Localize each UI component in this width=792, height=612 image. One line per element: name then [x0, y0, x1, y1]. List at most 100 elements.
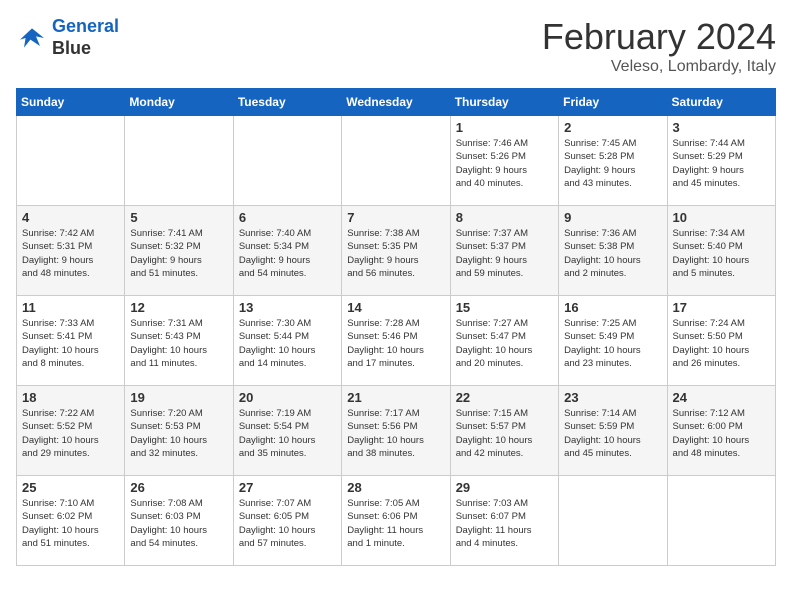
day-number: 14 — [347, 300, 444, 315]
calendar-cell: 5Sunrise: 7:41 AM Sunset: 5:32 PM Daylig… — [125, 206, 233, 296]
calendar-cell: 8 Sunrise: 7:37 AM Sunset: 5:37 PM Daylig… — [450, 206, 558, 296]
calendar-cell: 1 Sunrise: 7:46 AM Sunset: 5:26 PM Daylig… — [450, 116, 558, 206]
calendar-cell: 16 Sunrise: 7:25 AM Sunset: 5:49 PM Dayli… — [559, 296, 667, 386]
day-info: Sunrise: 7:34 AM Sunset: 5:40 PM Dayligh… — [673, 227, 770, 280]
calendar-cell: 23 Sunrise: 7:14 AM Sunset: 5:59 PM Dayli… — [559, 386, 667, 476]
logo-text: General Blue — [52, 16, 119, 59]
day-info: Sunrise: 7:33 AM Sunset: 5:41 PM Dayligh… — [22, 317, 119, 370]
day-info: Sunrise: 7:05 AM Sunset: 6:06 PM Dayligh… — [347, 497, 444, 550]
calendar-cell: 3 Sunrise: 7:44 AM Sunset: 5:29 PM Daylig… — [667, 116, 775, 206]
calendar-cell: 12 Sunrise: 7:31 AM Sunset: 5:43 PM Dayli… — [125, 296, 233, 386]
logo-line1: General — [52, 16, 119, 36]
day-info: Sunrise: 7:07 AM Sunset: 6:05 PM Dayligh… — [239, 497, 336, 550]
calendar-cell: 10 Sunrise: 7:34 AM Sunset: 5:40 PM Dayli… — [667, 206, 775, 296]
month-title: February 2024 — [542, 16, 776, 58]
day-number: 6 — [239, 210, 336, 225]
day-info: Sunrise: 7:12 AM Sunset: 6:00 PM Dayligh… — [673, 407, 770, 460]
day-number: 18 — [22, 390, 119, 405]
day-info: Sunrise: 7:08 AM Sunset: 6:03 PM Dayligh… — [130, 497, 227, 550]
calendar-cell: 26 Sunrise: 7:08 AM Sunset: 6:03 PM Dayli… — [125, 476, 233, 566]
calendar-cell: 17Sunrise: 7:24 AM Sunset: 5:50 PM Dayli… — [667, 296, 775, 386]
calendar-cell: 19 Sunrise: 7:20 AM Sunset: 5:53 PM Dayli… — [125, 386, 233, 476]
day-number: 3 — [673, 120, 770, 135]
day-info: Sunrise: 7:22 AM Sunset: 5:52 PM Dayligh… — [22, 407, 119, 460]
calendar-cell: 6 Sunrise: 7:40 AM Sunset: 5:34 PM Daylig… — [233, 206, 341, 296]
calendar-cell: 20 Sunrise: 7:19 AM Sunset: 5:54 PM Dayli… — [233, 386, 341, 476]
day-number: 2 — [564, 120, 661, 135]
day-info: Sunrise: 7:31 AM Sunset: 5:43 PM Dayligh… — [130, 317, 227, 370]
calendar-cell — [17, 116, 125, 206]
day-number: 21 — [347, 390, 444, 405]
calendar-cell: 25 Sunrise: 7:10 AM Sunset: 6:02 PM Dayli… — [17, 476, 125, 566]
calendar-cell: 27Sunrise: 7:07 AM Sunset: 6:05 PM Dayli… — [233, 476, 341, 566]
logo-line2: Blue — [52, 38, 119, 60]
day-info: Sunrise: 7:24 AM Sunset: 5:50 PM Dayligh… — [673, 317, 770, 370]
weekday-header-thursday: Thursday — [450, 89, 558, 116]
weekday-header-monday: Monday — [125, 89, 233, 116]
day-info: Sunrise: 7:45 AM Sunset: 5:28 PM Dayligh… — [564, 137, 661, 190]
day-info: Sunrise: 7:40 AM Sunset: 5:34 PM Dayligh… — [239, 227, 336, 280]
day-info: Sunrise: 7:19 AM Sunset: 5:54 PM Dayligh… — [239, 407, 336, 460]
calendar-cell: 28 Sunrise: 7:05 AM Sunset: 6:06 PM Dayli… — [342, 476, 450, 566]
day-number: 26 — [130, 480, 227, 495]
location-subtitle: Veleso, Lombardy, Italy — [542, 58, 776, 76]
day-number: 4 — [22, 210, 119, 225]
day-info: Sunrise: 7:42 AM Sunset: 5:31 PM Dayligh… — [22, 227, 119, 280]
day-info: Sunrise: 7:14 AM Sunset: 5:59 PM Dayligh… — [564, 407, 661, 460]
calendar-cell — [559, 476, 667, 566]
day-number: 23 — [564, 390, 661, 405]
title-block: February 2024 Veleso, Lombardy, Italy — [542, 16, 776, 76]
day-number: 19 — [130, 390, 227, 405]
day-info: Sunrise: 7:17 AM Sunset: 5:56 PM Dayligh… — [347, 407, 444, 460]
calendar-cell — [233, 116, 341, 206]
weekday-header-wednesday: Wednesday — [342, 89, 450, 116]
day-info: Sunrise: 7:03 AM Sunset: 6:07 PM Dayligh… — [456, 497, 553, 550]
calendar-cell — [342, 116, 450, 206]
day-info: Sunrise: 7:46 AM Sunset: 5:26 PM Dayligh… — [456, 137, 553, 190]
weekday-header-sunday: Sunday — [17, 89, 125, 116]
calendar-cell: 29Sunrise: 7:03 AM Sunset: 6:07 PM Dayli… — [450, 476, 558, 566]
day-number: 20 — [239, 390, 336, 405]
day-info: Sunrise: 7:20 AM Sunset: 5:53 PM Dayligh… — [130, 407, 227, 460]
calendar-cell: 15 Sunrise: 7:27 AM Sunset: 5:47 PM Dayli… — [450, 296, 558, 386]
day-number: 8 — [456, 210, 553, 225]
calendar-cell: 18 Sunrise: 7:22 AM Sunset: 5:52 PM Dayli… — [17, 386, 125, 476]
day-number: 9 — [564, 210, 661, 225]
day-number: 11 — [22, 300, 119, 315]
day-info: Sunrise: 7:10 AM Sunset: 6:02 PM Dayligh… — [22, 497, 119, 550]
calendar-cell: 13Sunrise: 7:30 AM Sunset: 5:44 PM Dayli… — [233, 296, 341, 386]
logo-icon — [16, 22, 48, 54]
day-number: 5 — [130, 210, 227, 225]
day-number: 28 — [347, 480, 444, 495]
day-number: 10 — [673, 210, 770, 225]
day-number: 16 — [564, 300, 661, 315]
day-number: 7 — [347, 210, 444, 225]
calendar-cell: 24 Sunrise: 7:12 AM Sunset: 6:00 PM Dayli… — [667, 386, 775, 476]
day-number: 1 — [456, 120, 553, 135]
calendar-cell — [667, 476, 775, 566]
day-number: 12 — [130, 300, 227, 315]
calendar-cell: 21 Sunrise: 7:17 AM Sunset: 5:56 PM Dayli… — [342, 386, 450, 476]
day-info: Sunrise: 7:25 AM Sunset: 5:49 PM Dayligh… — [564, 317, 661, 370]
day-info: Sunrise: 7:36 AM Sunset: 5:38 PM Dayligh… — [564, 227, 661, 280]
calendar-cell: 11 Sunrise: 7:33 AM Sunset: 5:41 PM Dayli… — [17, 296, 125, 386]
calendar-cell: 9 Sunrise: 7:36 AM Sunset: 5:38 PM Daylig… — [559, 206, 667, 296]
day-info: Sunrise: 7:37 AM Sunset: 5:37 PM Dayligh… — [456, 227, 553, 280]
calendar-cell: 4 Sunrise: 7:42 AM Sunset: 5:31 PM Daylig… — [17, 206, 125, 296]
calendar-cell: 2 Sunrise: 7:45 AM Sunset: 5:28 PM Daylig… — [559, 116, 667, 206]
calendar-cell: 7 Sunrise: 7:38 AM Sunset: 5:35 PM Daylig… — [342, 206, 450, 296]
logo: General Blue — [16, 16, 119, 59]
day-number: 25 — [22, 480, 119, 495]
day-info: Sunrise: 7:38 AM Sunset: 5:35 PM Dayligh… — [347, 227, 444, 280]
day-info: Sunrise: 7:44 AM Sunset: 5:29 PM Dayligh… — [673, 137, 770, 190]
calendar-cell: 22Sunrise: 7:15 AM Sunset: 5:57 PM Dayli… — [450, 386, 558, 476]
day-number: 22 — [456, 390, 553, 405]
calendar-cell — [125, 116, 233, 206]
day-info: Sunrise: 7:27 AM Sunset: 5:47 PM Dayligh… — [456, 317, 553, 370]
day-info: Sunrise: 7:28 AM Sunset: 5:46 PM Dayligh… — [347, 317, 444, 370]
weekday-header-saturday: Saturday — [667, 89, 775, 116]
page-header: General Blue February 2024 Veleso, Lomba… — [16, 16, 776, 76]
calendar-table: SundayMondayTuesdayWednesdayThursdayFrid… — [16, 88, 776, 566]
day-number: 24 — [673, 390, 770, 405]
day-number: 15 — [456, 300, 553, 315]
